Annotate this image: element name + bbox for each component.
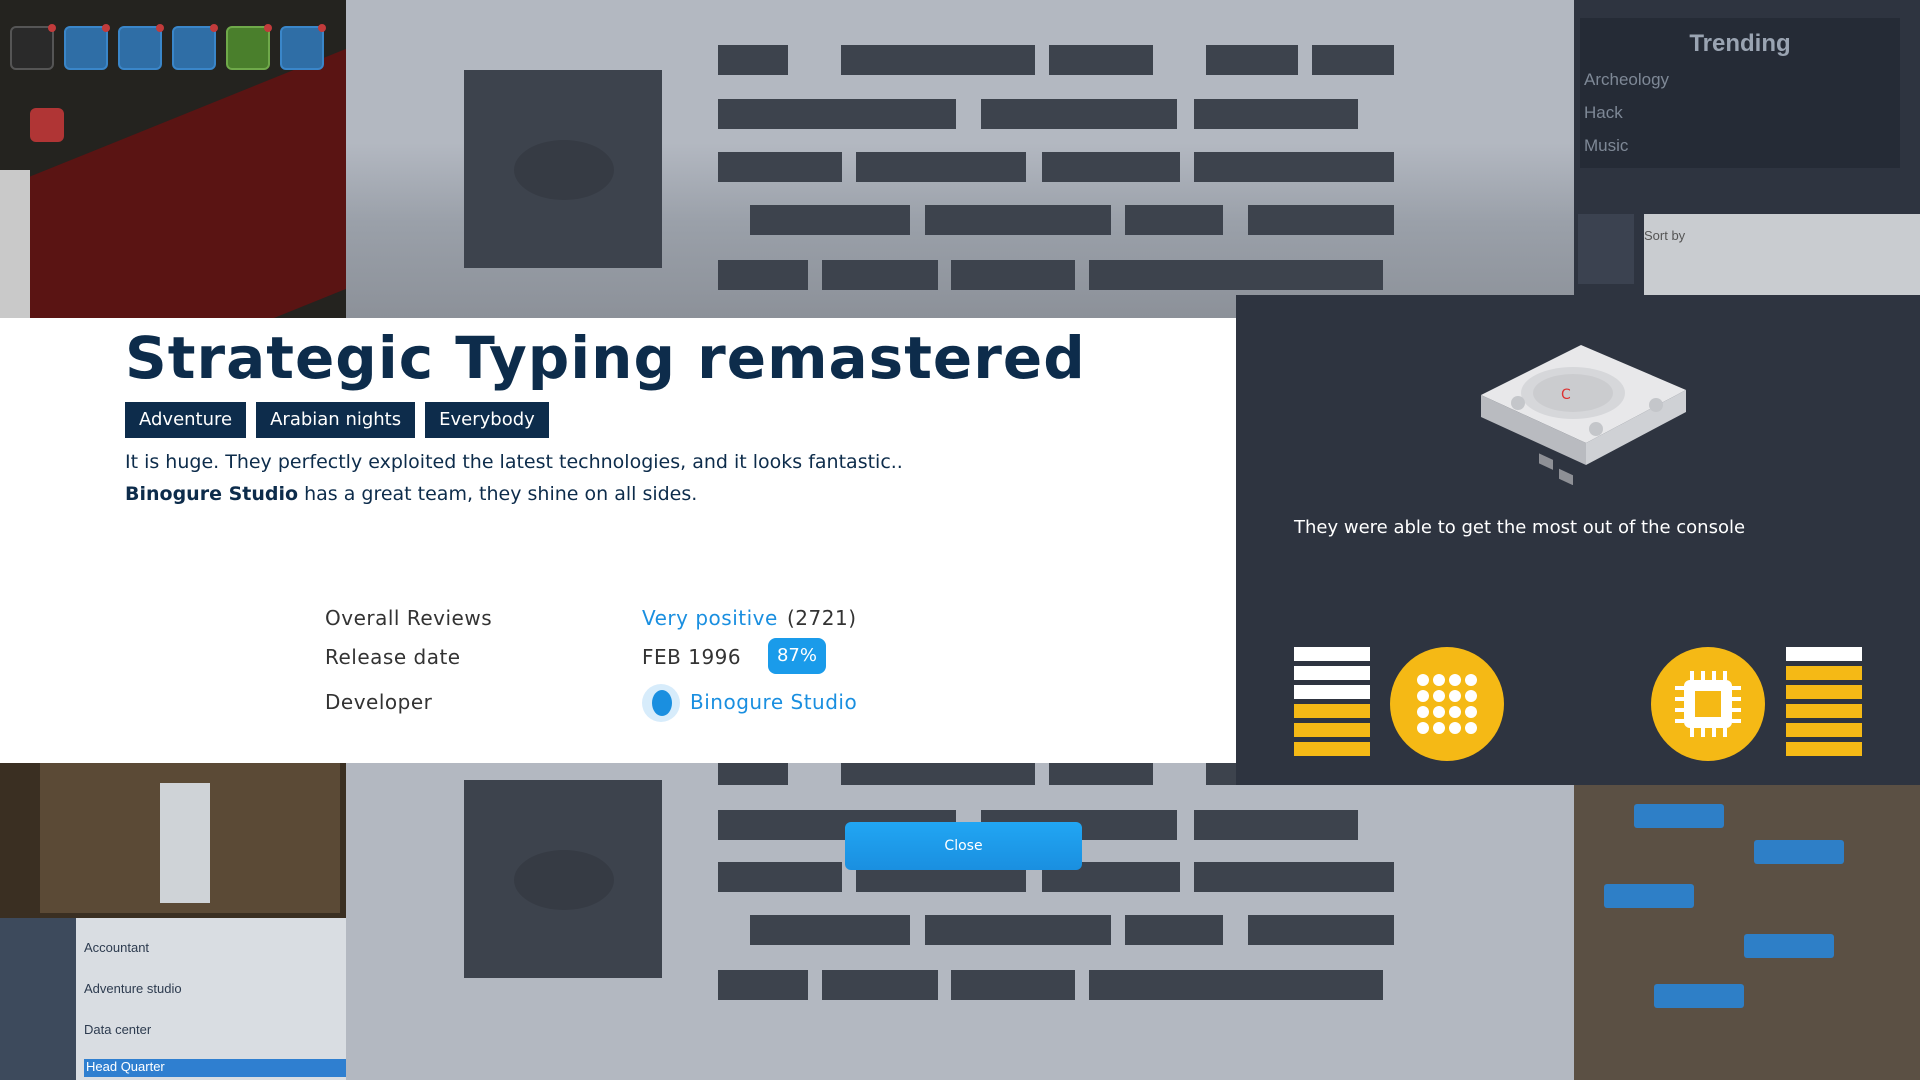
right-stat-bars (1786, 647, 1862, 761)
report-icon[interactable] (280, 24, 326, 70)
chart-icon[interactable] (64, 24, 110, 70)
save-icon[interactable] (172, 24, 218, 70)
review-line-2: Binogure Studio has a great team, they s… (125, 478, 903, 510)
score-badge: 87% (768, 638, 826, 674)
hud-toolbar (10, 24, 326, 70)
trending-item[interactable]: Hack (1584, 103, 1623, 123)
employee-tag (1744, 934, 1834, 958)
tag-genre: Adventure (125, 402, 247, 438)
building-roof (0, 35, 346, 318)
trending-item[interactable]: Archeology (1584, 70, 1669, 90)
left-stat-bars (1294, 647, 1370, 761)
disc-icon (514, 140, 614, 200)
build-item[interactable]: Adventure studio (84, 981, 182, 999)
stat-segment (1294, 685, 1370, 699)
review-line-1: It is huge. They perfectly exploited the… (125, 451, 903, 473)
employee-tag (1634, 804, 1724, 828)
reviews-count: (2721) (787, 606, 857, 630)
trending-box: Trending Archeology Hack Music (1580, 18, 1900, 168)
review-line-2-text: has a great team, they shine on all side… (298, 483, 698, 505)
trending-panel: Trending Archeology Hack Music Sort by (1574, 0, 1920, 296)
trending-title: Trending (1689, 30, 1791, 57)
cover-placeholder (464, 70, 662, 268)
release-label: Release date (325, 645, 461, 669)
close-button[interactable]: Close (845, 822, 1082, 870)
reviews-value[interactable]: Very positive (642, 606, 778, 630)
review-quote: It is huge. They perfectly exploited the… (125, 446, 903, 510)
employee-tag (1604, 884, 1694, 908)
trending-item[interactable]: Music (1584, 136, 1628, 156)
stat-segment (1294, 704, 1370, 718)
stat-segment (1786, 742, 1862, 756)
game-world-top-left (0, 0, 346, 318)
employee-tag (1754, 840, 1844, 864)
loading-card-top (346, 0, 1574, 318)
tag-audience: Everybody (425, 402, 549, 438)
console-panel: C They were able to get the most out of … (1236, 295, 1920, 785)
trash-icon[interactable] (30, 108, 64, 142)
build-menu: Accountant Adventure studio Data center … (0, 918, 346, 1080)
stat-segment (1786, 685, 1862, 699)
chip-icon (1651, 647, 1765, 761)
stats-icon[interactable] (118, 24, 164, 70)
stat-segment (1294, 647, 1370, 661)
employee-tag (1654, 984, 1744, 1008)
game-world-bottom-left: Accountant Adventure studio Data center … (0, 763, 346, 1080)
server-rack (160, 783, 210, 903)
build-item[interactable]: Data center (84, 1022, 151, 1040)
game-world-bottom-right (1574, 784, 1920, 1080)
genre-tags: Adventure Arabian nights Everybody (125, 402, 549, 438)
reviews-label: Overall Reviews (325, 606, 493, 630)
grid-icon (1390, 647, 1504, 761)
loading-card-bottom (346, 763, 1574, 1080)
stat-segment (1786, 704, 1862, 718)
build-menu-sidebar (0, 918, 76, 1080)
sort-category-icon[interactable] (1578, 214, 1634, 284)
release-date: FEB 1996 (642, 645, 742, 669)
developer-label: Developer (325, 690, 433, 714)
stat-segment (1786, 723, 1862, 737)
stat-segment (1786, 647, 1862, 661)
stat-segment (1294, 666, 1370, 680)
build-item[interactable]: Accountant (84, 940, 149, 958)
money-icon[interactable] (226, 24, 272, 70)
cover-placeholder (464, 780, 662, 978)
building-wall (0, 170, 30, 318)
game-console-icon: C (1481, 345, 1686, 485)
svg-text:C: C (1561, 387, 1571, 403)
game-detail-card: Strategic Typing remastered Adventure Ar… (0, 318, 1236, 763)
camera-icon[interactable] (10, 24, 56, 70)
review-studio-name: Binogure Studio (125, 483, 299, 505)
build-item-active[interactable]: Head Quarter (84, 1059, 346, 1077)
tag-theme: Arabian nights (256, 402, 416, 438)
stat-segment (1294, 742, 1370, 756)
sort-label: Sort by (1644, 228, 1686, 243)
developer-link[interactable]: Binogure Studio (690, 690, 857, 714)
stat-segment (1294, 723, 1370, 737)
game-title: Strategic Typing remastered (125, 324, 1086, 392)
developer-avatar (642, 684, 680, 722)
console-caption: They were able to get the most out of th… (1294, 517, 1746, 538)
sort-bar (1644, 214, 1920, 296)
disc-icon (514, 850, 614, 910)
stat-segment (1786, 666, 1862, 680)
